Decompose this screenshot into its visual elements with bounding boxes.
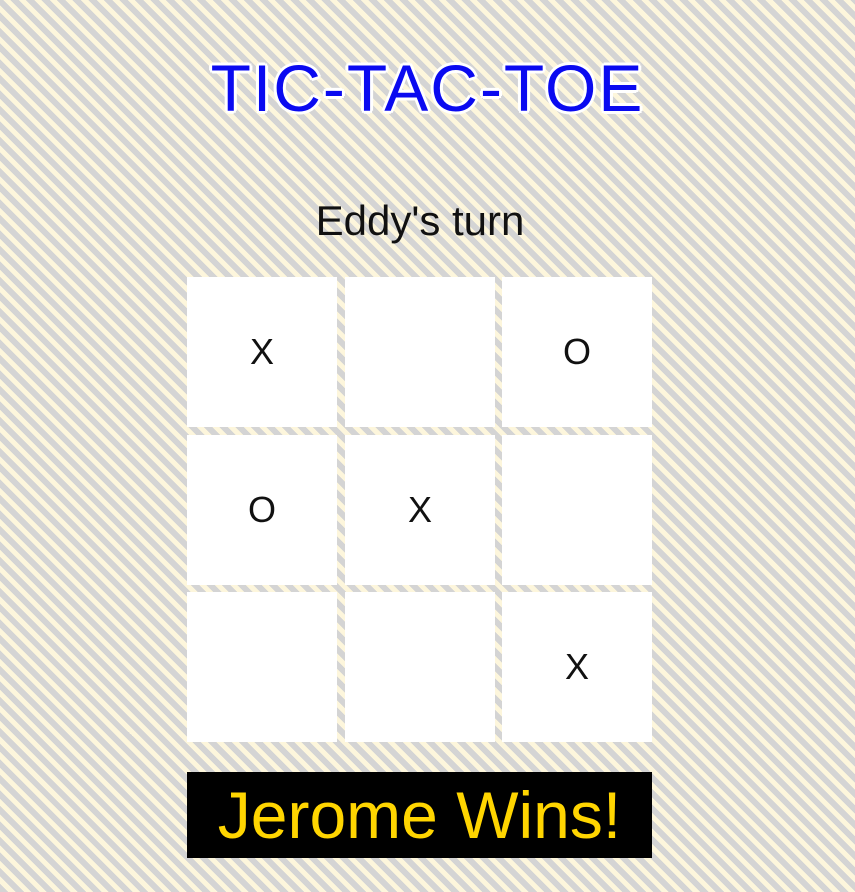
board-cell-1[interactable]: X <box>187 277 337 427</box>
board-cell-3[interactable]: O <box>502 277 652 427</box>
board-cell-9[interactable]: X <box>502 592 652 742</box>
board-cell-7[interactable] <box>187 592 337 742</box>
board-cell-8[interactable] <box>345 592 495 742</box>
board-cell-2[interactable] <box>345 277 495 427</box>
board-cell-4[interactable]: O <box>187 435 337 585</box>
winner-banner: Jerome Wins! <box>187 772 652 858</box>
board-cell-6[interactable] <box>502 435 652 585</box>
game-board: X O O X X <box>187 277 652 742</box>
board-cell-5[interactable]: X <box>345 435 495 585</box>
turn-indicator: Eddy's turn <box>315 197 525 244</box>
game-title: TIC-TAC-TOE <box>210 51 645 125</box>
